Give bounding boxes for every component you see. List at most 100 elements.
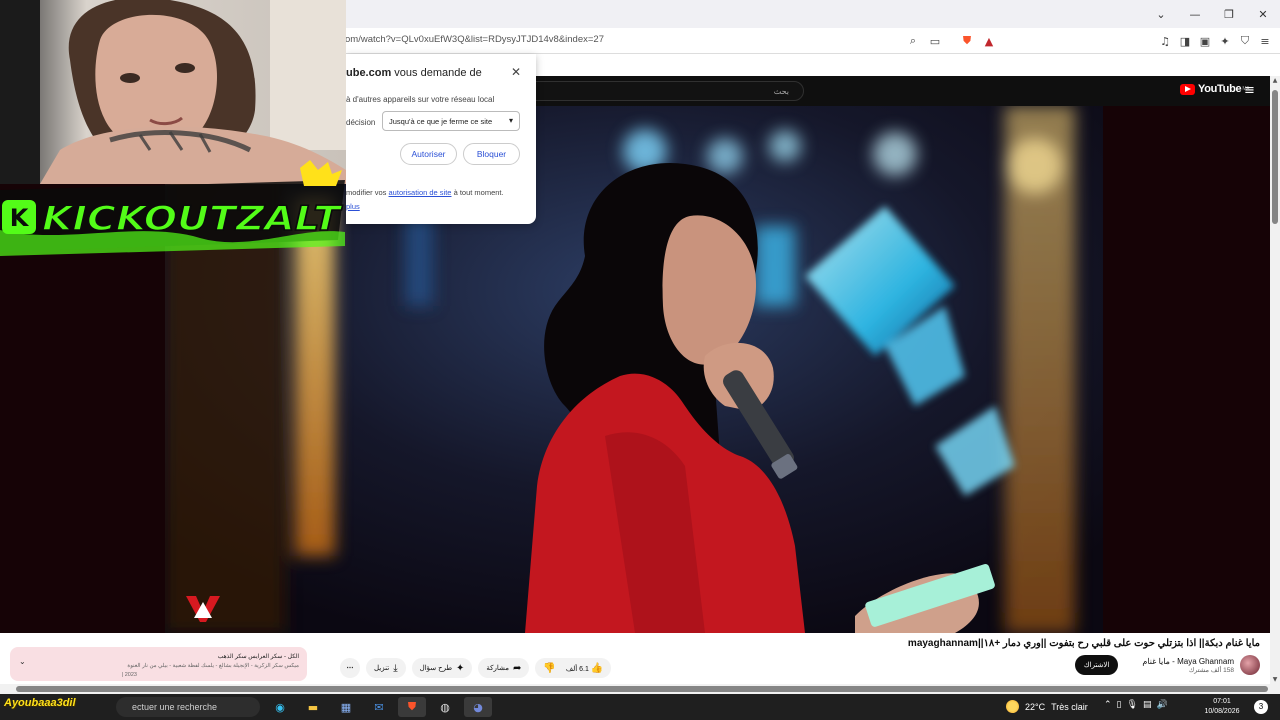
permission-title-rest: vous demande de (391, 67, 482, 79)
screen: ⌄ — ❐ ✕ om/watch?v=QLv0xuEfW3Q&list=RDys… (0, 0, 1280, 720)
channel-avatar[interactable] (1240, 655, 1260, 675)
webcam-feed (0, 0, 346, 184)
wallet-icon[interactable]: ▣ (1196, 32, 1214, 50)
tray-chevron-icon[interactable]: ⌃ (1104, 700, 1112, 710)
window-controls: ⌄ — ❐ ✕ (1144, 0, 1280, 28)
video-actions: 👍 6.1 ألف 👎 ➦ مشاركة ✦ طرح سؤال ⤓ تنزيل ⋯ (340, 658, 612, 678)
channel-info: Maya Ghannam - مايا غنام 158 ألف مشترك (1142, 657, 1234, 674)
discord-icon[interactable]: ◕ (464, 697, 492, 717)
battery-icon[interactable]: ▯ (1117, 700, 1122, 710)
sparkle-icon: ✦ (456, 662, 465, 674)
address-bar-url[interactable]: om/watch?v=QLv0xuEfW3Q&list=RDysyJTJD14v… (345, 34, 604, 45)
restore-icon[interactable]: ❐ (1212, 0, 1246, 28)
edge-browser-icon[interactable]: ◉ (266, 697, 294, 717)
youtube-play-icon (1180, 83, 1195, 95)
channel-watermark-logo (184, 588, 222, 626)
minimize-icon[interactable]: — (1178, 0, 1212, 28)
channel-row: Maya Ghannam - مايا غنام 158 ألف مشترك ا… (1074, 655, 1260, 675)
kick-logo: K KICKOUTZALT (0, 160, 346, 260)
channel-name[interactable]: Maya Ghannam - مايا غنام (1142, 657, 1234, 666)
brave-browser-icon[interactable]: ⛊ (398, 697, 426, 717)
zoom-icon[interactable]: ⌕ (904, 32, 922, 50)
share-label: مشاركة (486, 665, 510, 672)
permission-footer: modifier vos autorisation de site à tout… (346, 188, 504, 197)
kick-logo-text: KICKOUTZALT (42, 199, 343, 239)
decision-label: décision (346, 118, 376, 127)
share-button[interactable]: ➦ مشاركة (478, 658, 530, 678)
streamer-handle: Ayoubaaa3dil (4, 697, 76, 709)
youtube-logo-text: YouTube (1198, 83, 1242, 95)
thumbs-down-icon[interactable]: 👎 (543, 663, 555, 674)
close-window-icon[interactable]: ✕ (1246, 0, 1280, 28)
subscribe-button[interactable]: الاشتراك (1074, 655, 1119, 675)
taskbar-clock[interactable]: 07:01 10/08/2026 (1200, 697, 1244, 717)
youtube-search-input[interactable]: بحث (520, 81, 804, 101)
leo-ai-icon[interactable]: ✦ (1216, 32, 1234, 50)
network-icon[interactable]: ▤ (1143, 700, 1152, 710)
footer-prefix: modifier vos (346, 188, 389, 197)
playlist-panel[interactable]: الكل - سكر العرايس سكر الذهب ميكس سكر ال… (10, 647, 307, 681)
weather-widget[interactable]: 22°C Très clair (1006, 700, 1088, 713)
more-actions-button[interactable]: ⋯ (340, 658, 360, 678)
sidebar-icon[interactable]: ◨ (1176, 32, 1194, 50)
vertical-scrollbar[interactable]: ▲ ▼ (1270, 76, 1280, 684)
close-icon[interactable]: ✕ (511, 65, 521, 79)
playlist-subtitle: ميكس سكر الزكرية - الإنجيلة بشالغ - يلسك… (127, 663, 299, 669)
clock-date: 10/08/2026 (1204, 708, 1240, 715)
volume-icon[interactable]: 🔊 (1156, 700, 1167, 710)
sun-icon (1006, 700, 1019, 713)
ask-button[interactable]: ✦ طرح سؤال (411, 658, 473, 678)
download-label: تنزيل (374, 665, 390, 672)
horizontal-scrollbar[interactable] (0, 684, 1280, 694)
youtube-logo[interactable]: YouTube MA (1180, 83, 1250, 95)
kick-badge-letter: K (10, 204, 30, 232)
permission-popup: ube.com vous demande de ✕ à d'autres app… (346, 54, 536, 224)
address-bar-icons: ⌕ ▭ ⛊ ▲ (904, 32, 998, 50)
webcam-overlay (0, 0, 346, 184)
download-icon: ⤓ (393, 662, 398, 674)
like-button[interactable]: 👍 6.1 ألف (566, 663, 603, 674)
store-icon[interactable]: ▦ (332, 697, 360, 717)
notification-badge[interactable]: 3 (1254, 700, 1268, 714)
menu-icon[interactable]: ≡ (1256, 32, 1274, 50)
horizontal-scroll-thumb[interactable] (16, 686, 1268, 692)
site-permission-link[interactable]: autorisation de site (389, 188, 452, 197)
weather-desc: Très clair (1051, 701, 1088, 712)
vpn-icon[interactable]: ⛉ (1236, 32, 1254, 50)
brave-rewards-icon[interactable]: ▲ (980, 32, 998, 50)
taskbar-apps: ◉ ▬ ▦ ✉ ⛊ ◍ ◕ (266, 697, 492, 717)
permission-title: ube.com vous demande de (346, 67, 482, 79)
taskbar-search-input[interactable]: ectuer une recherche (116, 697, 260, 717)
file-explorer-icon[interactable]: ▬ (299, 697, 327, 717)
system-tray: ⌃ ▯ 🎙 ▤ 🔊 (1104, 700, 1168, 710)
more-info-link[interactable]: plus (346, 202, 360, 211)
cast-icon[interactable]: ▭ (926, 32, 944, 50)
video-title: مايا غنام دبكة|| اذا بتزتلي حوت على قلبي… (907, 638, 1260, 649)
windows-taskbar: ectuer une recherche ◉ ▬ ▦ ✉ ⛊ ◍ ◕ 22°C … (0, 694, 1280, 720)
decision-duration-select[interactable]: Jusqu'à ce que je ferme ce site (382, 111, 520, 131)
tab-search-icon[interactable]: ⌄ (1144, 0, 1178, 28)
mail-icon[interactable]: ✉ (365, 697, 393, 717)
subscriber-count: 158 ألف مشترك (1188, 666, 1234, 674)
video-info: مايا غنام دبكة|| اذا بتزتلي حوت على قلبي… (0, 633, 1270, 684)
chevron-down-icon[interactable]: ⌄ (19, 657, 26, 666)
hamburger-menu-icon[interactable]: ≡ (1244, 83, 1255, 98)
brave-shields-icon[interactable]: ⛊ (958, 32, 976, 50)
scroll-down-icon[interactable]: ▼ (1270, 676, 1280, 683)
ask-label: طرح سؤال (419, 665, 453, 672)
allow-button[interactable]: Autoriser (400, 143, 457, 165)
media-icon[interactable]: ♫ (1156, 32, 1174, 50)
obs-icon[interactable]: ◍ (431, 697, 459, 717)
download-button[interactable]: ⤓ تنزيل (366, 658, 406, 678)
block-button[interactable]: Bloquer (463, 143, 520, 165)
microphone-icon[interactable]: 🎙 (1127, 700, 1138, 710)
playlist-title: الكل - سكر العرايس سكر الذهب (217, 654, 299, 660)
thumbs-up-icon: 👍 (590, 662, 604, 674)
toolbar-icons: ♫ ◨ ▣ ✦ ⛉ ≡ (1156, 32, 1274, 50)
scroll-up-icon[interactable]: ▲ (1270, 77, 1280, 84)
vertical-scroll-thumb[interactable] (1272, 90, 1278, 224)
permission-description: à d'autres appareils sur votre réseau lo… (346, 95, 495, 104)
clock-time: 07:01 (1213, 698, 1231, 705)
share-icon: ➦ (513, 662, 522, 674)
